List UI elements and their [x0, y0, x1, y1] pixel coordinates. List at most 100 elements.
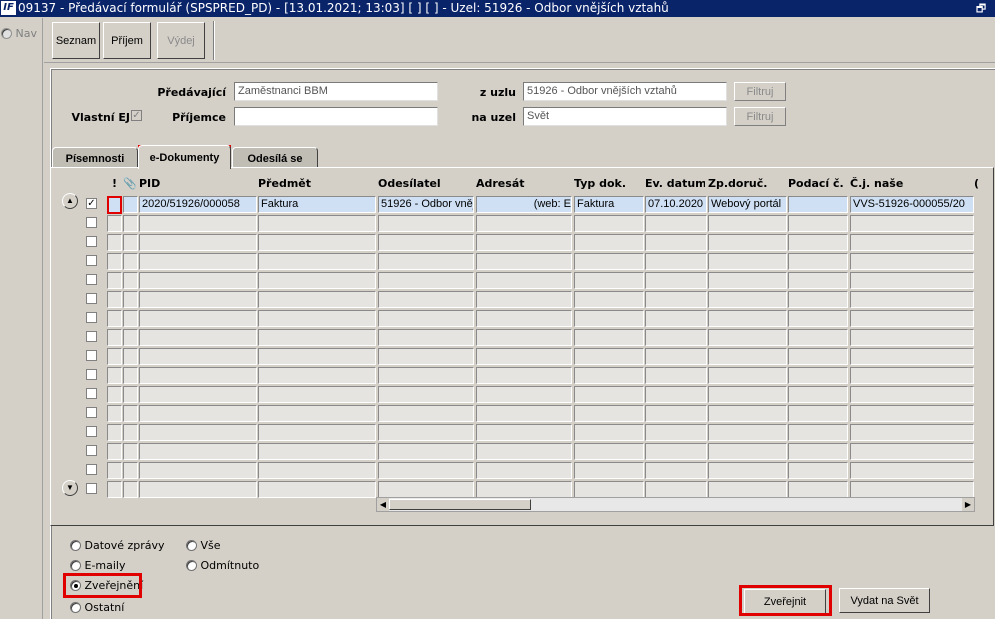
cell-typ-dok[interactable] — [574, 291, 644, 308]
cell-odesilatel[interactable] — [378, 405, 474, 422]
cell-adresat[interactable] — [476, 253, 572, 270]
cell-marker[interactable] — [107, 234, 122, 251]
cell-ev-datum[interactable] — [645, 253, 707, 270]
cell-predmet[interactable] — [258, 405, 376, 422]
cell-marker[interactable] — [107, 443, 122, 460]
radio-vse[interactable] — [186, 540, 197, 551]
cell-ev-datum[interactable] — [645, 291, 707, 308]
cell-predmet[interactable] — [258, 310, 376, 327]
cell-odesilatel[interactable] — [378, 443, 474, 460]
cell-cj-nase[interactable] — [850, 272, 974, 289]
vydej-button[interactable]: Výdej — [157, 22, 205, 59]
cell-podaci-c[interactable] — [788, 215, 848, 232]
cell-adresat[interactable] — [476, 348, 572, 365]
cell-podaci-c[interactable] — [788, 481, 848, 498]
cell-ev-datum[interactable] — [645, 272, 707, 289]
cell-odesilatel[interactable] — [378, 215, 474, 232]
row-checkbox[interactable] — [86, 331, 97, 342]
cell-odesilatel[interactable] — [378, 424, 474, 441]
row-checkbox[interactable] — [86, 236, 97, 247]
cell-typ-dok[interactable] — [574, 386, 644, 403]
cell-ev-datum[interactable] — [645, 405, 707, 422]
cell-adresat[interactable]: (web: E — [476, 196, 572, 213]
cell-marker[interactable] — [107, 329, 122, 346]
cell-podaci-c[interactable] — [788, 348, 848, 365]
scroll-left-icon[interactable]: ◀ — [377, 498, 389, 511]
cell-odesilatel[interactable] — [378, 367, 474, 384]
cell-marker[interactable] — [123, 272, 138, 289]
header-pid[interactable]: PID — [139, 177, 254, 193]
row-checkbox[interactable] — [86, 407, 97, 418]
cell-predmet[interactable] — [258, 481, 376, 498]
cell-ev-datum[interactable] — [645, 386, 707, 403]
z-uzlu-field[interactable]: 51926 - Odbor vnějších vztahů — [523, 82, 727, 101]
header-zp-doruc[interactable]: Zp.doruč. — [708, 177, 786, 193]
tab-odesila-se[interactable]: Odesílá se — [232, 147, 318, 169]
cell-ev-datum[interactable] — [645, 310, 707, 327]
cell-ev-datum[interactable] — [645, 234, 707, 251]
cell-ev-datum[interactable] — [645, 424, 707, 441]
cell-typ-dok[interactable] — [574, 462, 644, 479]
cell-marker[interactable] — [123, 215, 138, 232]
cell-cj-nase[interactable] — [850, 462, 974, 479]
cell-pid[interactable] — [139, 462, 257, 479]
na-uzel-field[interactable]: Svět — [523, 107, 727, 126]
cell-ev-datum[interactable] — [645, 215, 707, 232]
cell-marker[interactable] — [123, 329, 138, 346]
header-typ-dok[interactable]: Typ dok. — [574, 177, 642, 193]
cell-marker[interactable] — [123, 367, 138, 384]
cell-typ-dok[interactable] — [574, 443, 644, 460]
cell-ev-datum[interactable]: 07.10.2020 — [645, 196, 707, 213]
cell-odesilatel[interactable] — [378, 253, 474, 270]
cell-typ-dok[interactable] — [574, 234, 644, 251]
cell-marker[interactable] — [107, 462, 122, 479]
cell-adresat[interactable] — [476, 405, 572, 422]
cell-predmet[interactable] — [258, 253, 376, 270]
cell-ev-datum[interactable] — [645, 462, 707, 479]
cell-pid[interactable] — [139, 424, 257, 441]
cell-zp-doruc[interactable] — [708, 329, 787, 346]
radio-ostatni[interactable] — [70, 602, 81, 613]
cell-marker[interactable] — [123, 405, 138, 422]
cell-zp-doruc[interactable]: Webový portál — [708, 196, 787, 213]
filter-emaily[interactable]: E-maily — [70, 559, 126, 572]
cell-cj-nase[interactable] — [850, 310, 974, 327]
cell-marker[interactable] — [123, 234, 138, 251]
cell-predmet[interactable]: Faktura — [258, 196, 376, 213]
cell-odesilatel[interactable] — [378, 310, 474, 327]
cell-pid[interactable] — [139, 215, 257, 232]
row-checkbox[interactable] — [86, 255, 97, 266]
cell-pid[interactable] — [139, 405, 257, 422]
cell-marker[interactable] — [123, 424, 138, 441]
cell-marker[interactable] — [123, 253, 138, 270]
cell-pid[interactable] — [139, 348, 257, 365]
cell-podaci-c[interactable] — [788, 234, 848, 251]
row-checkbox[interactable] — [86, 426, 97, 437]
cell-typ-dok[interactable] — [574, 405, 644, 422]
cell-cj-nase[interactable] — [850, 481, 974, 498]
cell-predmet[interactable] — [258, 367, 376, 384]
cell-marker[interactable] — [123, 196, 138, 213]
cell-predmet[interactable] — [258, 234, 376, 251]
prijem-button[interactable]: Příjem — [103, 22, 151, 59]
cell-adresat[interactable] — [476, 310, 572, 327]
cell-ev-datum[interactable] — [645, 329, 707, 346]
cell-zp-doruc[interactable] — [708, 272, 787, 289]
scroll-down-icon[interactable]: ▼ — [62, 480, 78, 496]
row-checkbox[interactable] — [86, 388, 97, 399]
cell-zp-doruc[interactable] — [708, 234, 787, 251]
cell-cj-nase[interactable] — [850, 386, 974, 403]
tab-pisemnosti[interactable]: Písemnosti — [52, 147, 138, 169]
prijemce-field[interactable] — [234, 107, 438, 126]
cell-podaci-c[interactable] — [788, 329, 848, 346]
filter-zverejneni[interactable]: Zveřejnění — [70, 579, 143, 592]
cell-adresat[interactable] — [476, 443, 572, 460]
cell-zp-doruc[interactable] — [708, 348, 787, 365]
radio-emaily[interactable] — [70, 560, 81, 571]
cell-marker[interactable] — [107, 291, 122, 308]
header-adresat[interactable]: Adresát — [476, 177, 571, 193]
header-predmet[interactable]: Předmět — [258, 177, 373, 193]
cell-cj-nase[interactable] — [850, 253, 974, 270]
cell-adresat[interactable] — [476, 272, 572, 289]
cell-adresat[interactable] — [476, 329, 572, 346]
